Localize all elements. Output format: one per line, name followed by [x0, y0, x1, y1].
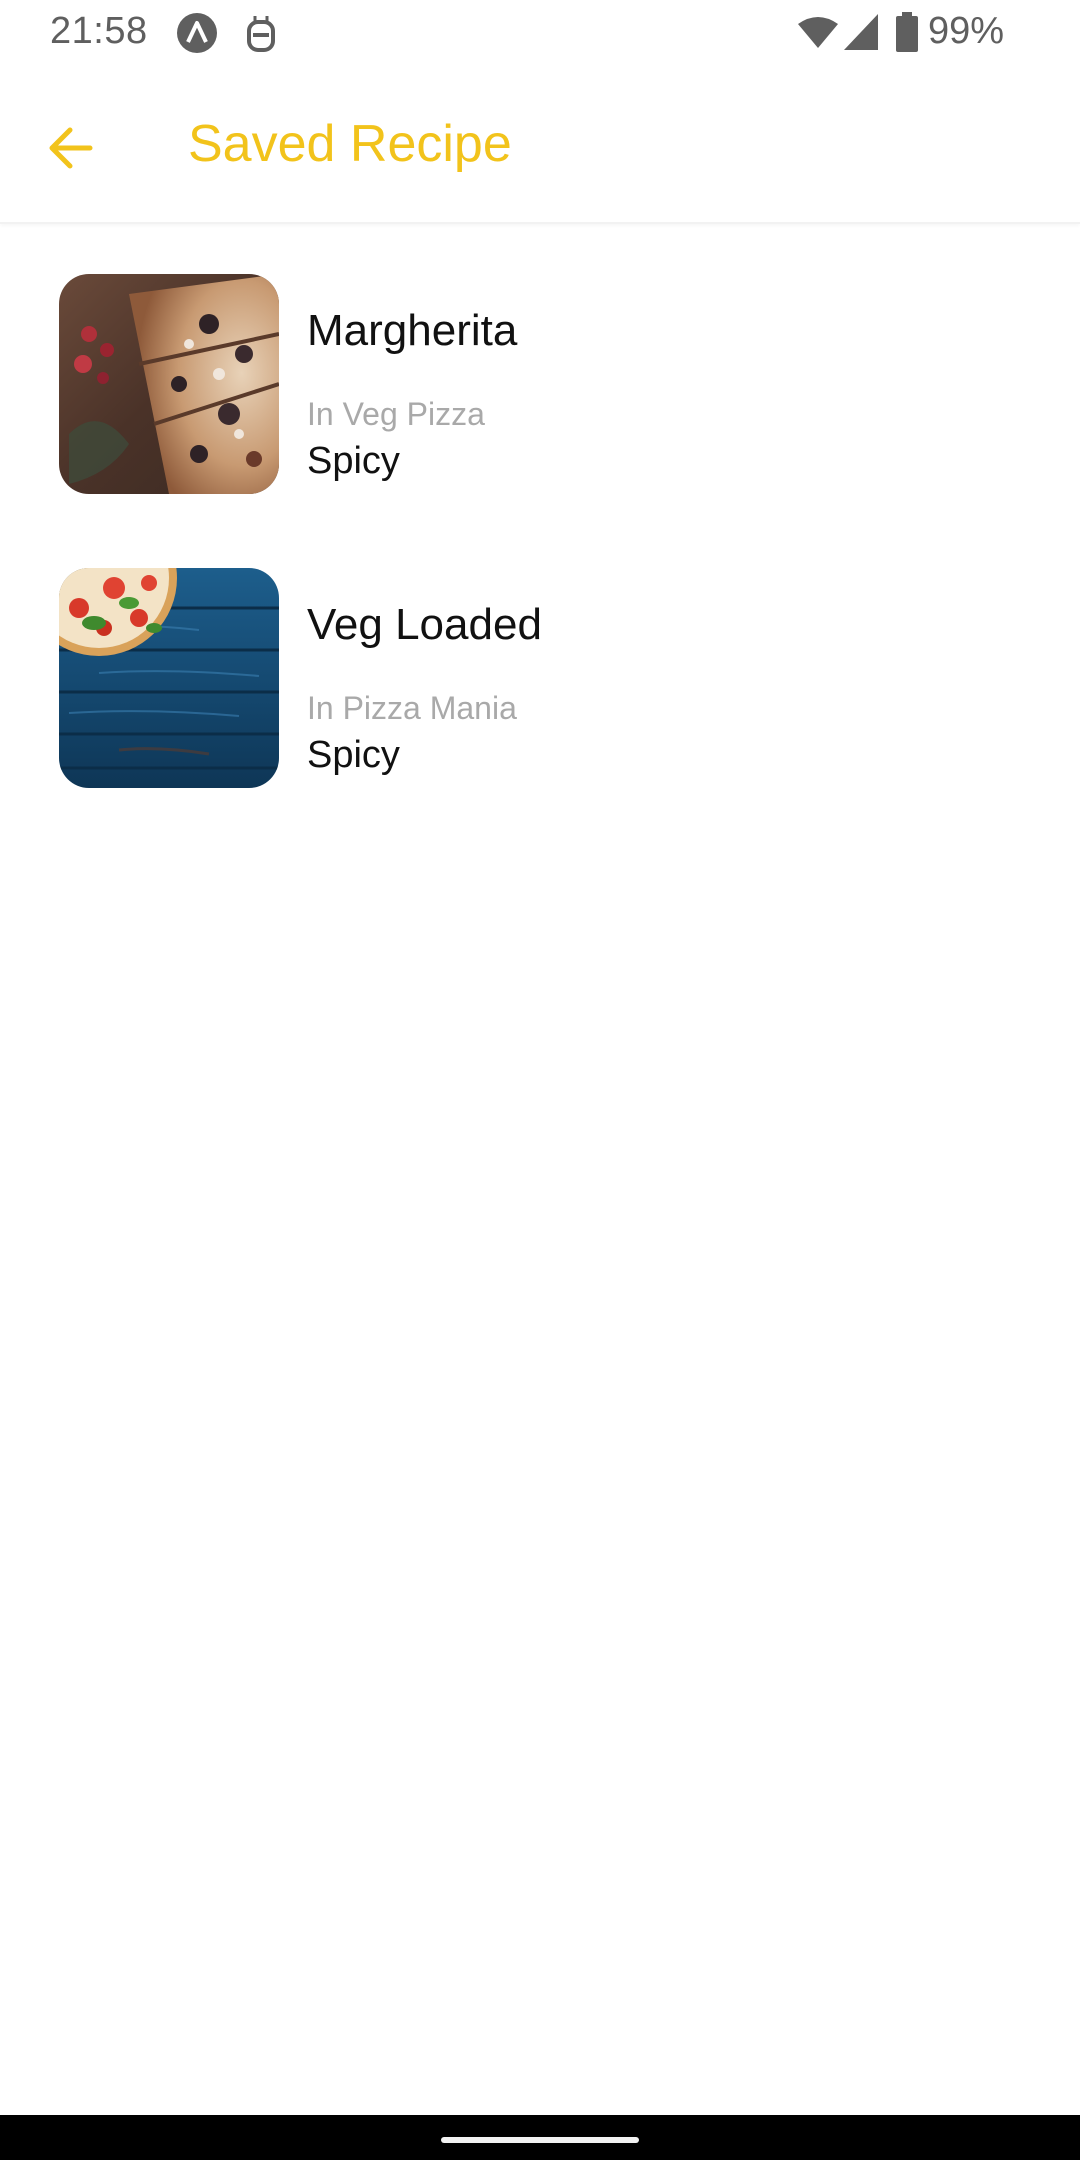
recipe-name: Margherita: [307, 306, 518, 355]
recipe-category: In Pizza Mania: [307, 690, 517, 726]
battery-icon: [896, 12, 918, 52]
recipe-category: In Veg Pizza: [307, 396, 485, 432]
system-navigation-bar: [0, 2115, 1080, 2160]
pizza-slices-image: [59, 274, 279, 494]
recipe-list-item[interactable]: Margherita In Veg Pizza Spicy: [0, 274, 1080, 534]
saved-recipe-screen: 21:58 99% Saved Recipe Margherita In Veg…: [0, 0, 1080, 2160]
status-time: 21:58: [50, 10, 148, 52]
recipe-thumbnail: [59, 274, 279, 494]
arrow-back-icon: [49, 127, 93, 169]
wifi-icon: [798, 17, 838, 48]
recipe-tag: Spicy: [307, 734, 400, 776]
battery-percentage: 99%: [928, 10, 1005, 52]
recipe-list-item[interactable]: Veg Loaded In Pizza Mania Spicy: [0, 568, 1080, 828]
app-bar: Saved Recipe: [0, 66, 1080, 224]
cell-signal-icon: [844, 14, 878, 50]
pizza-on-blue-wood-image: [59, 568, 279, 788]
app-a-icon: [177, 13, 217, 53]
back-button[interactable]: [28, 106, 112, 190]
status-bar: 21:58 99%: [0, 0, 1080, 66]
notification-icon: [247, 16, 275, 52]
home-gesture-handle[interactable]: [441, 2137, 639, 2143]
recipe-thumbnail: [59, 568, 279, 788]
recipe-tag: Spicy: [307, 440, 400, 482]
recipe-name: Veg Loaded: [307, 600, 542, 649]
page-title: Saved Recipe: [188, 115, 512, 173]
